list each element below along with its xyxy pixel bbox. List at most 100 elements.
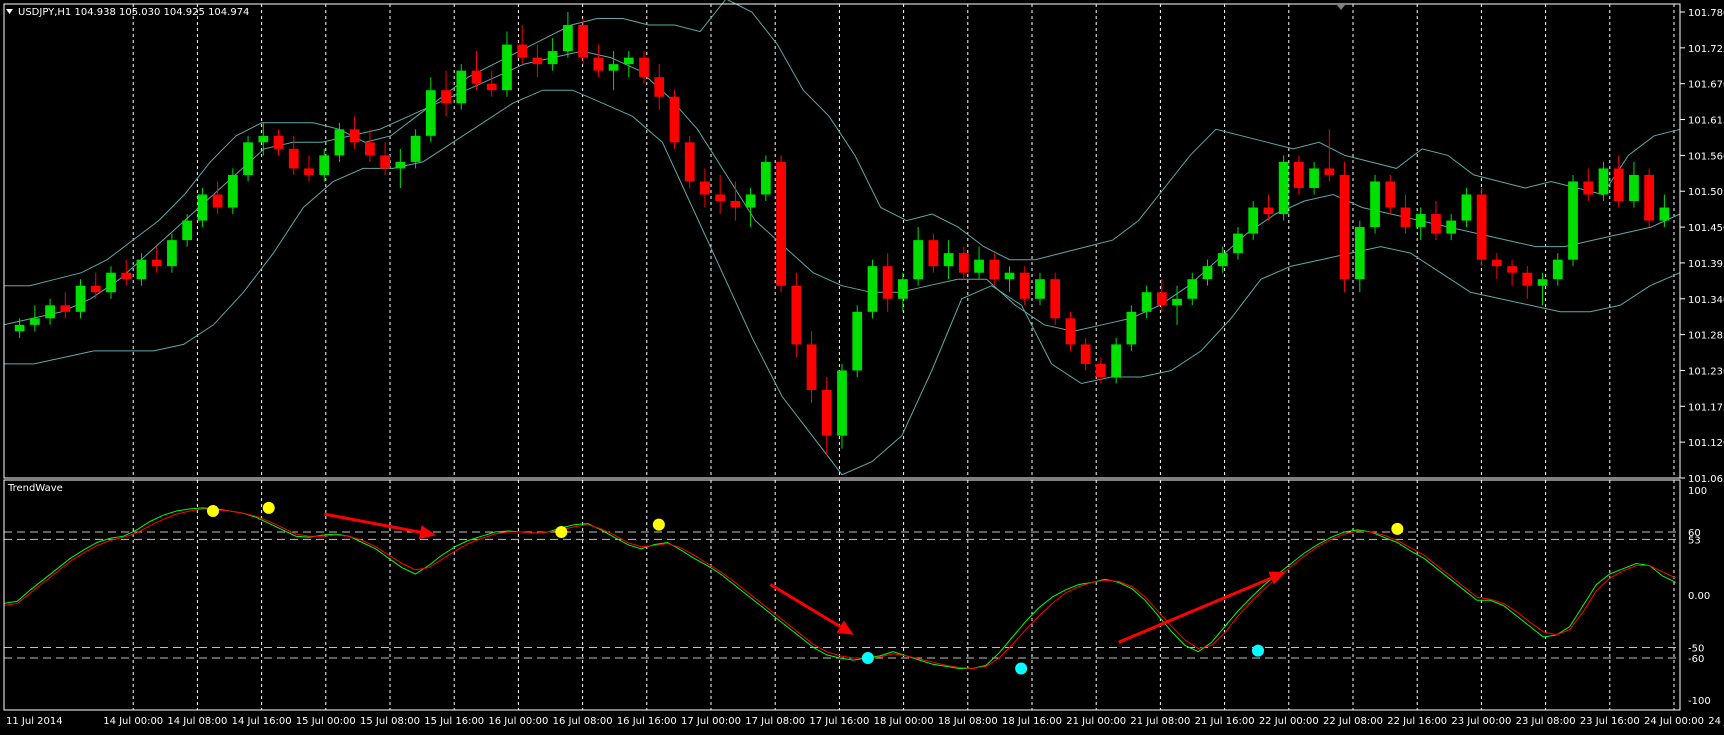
candle-body bbox=[760, 161, 771, 195]
candle-body bbox=[1461, 194, 1472, 221]
candle-body bbox=[943, 253, 954, 267]
x-tick-label: 24 Jul 08:00 bbox=[1708, 716, 1724, 727]
candle-body bbox=[304, 168, 314, 175]
candle-body bbox=[1400, 207, 1411, 228]
candle-body bbox=[715, 194, 726, 202]
x-tick-label: 23 Jul 08:00 bbox=[1516, 716, 1576, 727]
candle-body bbox=[1431, 214, 1441, 234]
y-tick-label: 101.780 bbox=[1688, 8, 1724, 19]
candle-body bbox=[1339, 174, 1350, 280]
candle-body bbox=[776, 161, 786, 286]
candle-body bbox=[639, 57, 649, 78]
candle-body bbox=[106, 272, 116, 293]
candle-body bbox=[136, 259, 147, 280]
candle-body bbox=[1583, 181, 1594, 195]
candle-body bbox=[517, 44, 528, 58]
candle-body bbox=[182, 220, 193, 241]
x-tick-label: 16 Jul 16:00 bbox=[617, 716, 677, 727]
candle-body bbox=[608, 64, 619, 71]
candle-body bbox=[29, 318, 40, 325]
candle-body bbox=[471, 70, 482, 84]
candle-body bbox=[1309, 168, 1319, 188]
candle-body bbox=[1613, 168, 1624, 202]
candle-body bbox=[1035, 279, 1045, 299]
candle-body bbox=[1278, 161, 1289, 215]
candle-body bbox=[1187, 279, 1198, 299]
candle-body bbox=[227, 174, 238, 208]
candle-body bbox=[1080, 344, 1091, 364]
x-tick-label: 17 Jul 00:00 bbox=[681, 716, 741, 727]
candle-body bbox=[623, 57, 634, 65]
x-tick-label: 23 Jul 16:00 bbox=[1580, 716, 1640, 727]
top-signal-dot bbox=[652, 518, 665, 531]
top-signal-dot bbox=[1391, 522, 1404, 535]
candle-body bbox=[502, 44, 512, 91]
candle-body bbox=[730, 201, 741, 208]
candle-body bbox=[1172, 298, 1182, 306]
candle-body bbox=[1248, 207, 1259, 234]
chart-window[interactable]: 11 Jul 2014 14 Jul 00:00 14 Jul 08:00 14 Ju… bbox=[0, 0, 1724, 731]
candle-body bbox=[486, 83, 497, 91]
candle-body bbox=[1111, 344, 1122, 377]
x-tick-label: 14 Jul 08:00 bbox=[167, 716, 227, 727]
bottom-signal-dot bbox=[861, 652, 874, 664]
candle-body bbox=[288, 148, 299, 169]
candle-body bbox=[380, 155, 390, 169]
candle-body bbox=[837, 370, 847, 436]
candle-body bbox=[898, 279, 908, 299]
x-tick-label: 22 Jul 00:00 bbox=[1259, 716, 1319, 727]
candle-body bbox=[1233, 233, 1243, 254]
candle-body bbox=[1217, 253, 1228, 267]
candle-body bbox=[1476, 194, 1487, 260]
candle-body bbox=[425, 90, 436, 136]
candle-body bbox=[928, 240, 939, 267]
candle-body bbox=[167, 240, 177, 267]
candle-body bbox=[1019, 272, 1030, 299]
candle-body bbox=[410, 135, 421, 162]
candle-body bbox=[882, 266, 893, 299]
x-tick-label: 21 Jul 00:00 bbox=[1066, 716, 1126, 727]
y-tick-label: 101.120 bbox=[1688, 438, 1724, 449]
candle-body bbox=[1446, 220, 1457, 234]
x-tick-label: 15 Jul 08:00 bbox=[360, 716, 420, 727]
y-tick-label: 101.615 bbox=[1688, 116, 1724, 127]
candle-body bbox=[1568, 181, 1578, 260]
candle-body bbox=[1537, 279, 1548, 286]
candle-body bbox=[45, 305, 55, 319]
x-tick-label: 14 Jul 16:00 bbox=[232, 716, 292, 727]
candle-body bbox=[562, 25, 573, 52]
candle-body bbox=[60, 305, 71, 312]
chart-canvas[interactable]: 11 Jul 2014 14 Jul 00:00 14 Jul 08:00 14 Ju… bbox=[0, 0, 1724, 731]
candle-body bbox=[1644, 174, 1655, 221]
candle-body bbox=[14, 324, 25, 332]
x-tick-label: 21 Jul 08:00 bbox=[1130, 716, 1190, 727]
candle-body bbox=[456, 70, 467, 104]
x-tick-label: 11 Jul 2014 bbox=[6, 716, 63, 727]
candle-body bbox=[1491, 259, 1502, 267]
y-tick-label: 101.175 bbox=[1688, 402, 1724, 413]
x-tick-label: 16 Jul 08:00 bbox=[553, 716, 613, 727]
candle-body bbox=[1065, 318, 1076, 345]
candle-body bbox=[1126, 311, 1137, 345]
candle-body bbox=[212, 194, 223, 208]
candle-body bbox=[821, 390, 832, 436]
x-tick-label: 18 Jul 08:00 bbox=[938, 716, 998, 727]
bottom-signal-dot bbox=[1252, 644, 1264, 657]
candle-body bbox=[532, 57, 543, 65]
candle-body bbox=[1004, 272, 1015, 280]
candle-body bbox=[1156, 292, 1167, 306]
indicator-tick-label: -50 bbox=[1688, 644, 1704, 655]
x-tick-label: 15 Jul 00:00 bbox=[296, 716, 356, 727]
indicator-tick-label: 0.00 bbox=[1688, 591, 1710, 602]
candle-body bbox=[1202, 266, 1213, 280]
x-tick-label: 21 Jul 16:00 bbox=[1195, 716, 1255, 727]
candle-body bbox=[578, 25, 588, 58]
candle-body bbox=[547, 51, 558, 65]
candle-body bbox=[1598, 168, 1609, 195]
x-tick-label: 16 Jul 00:00 bbox=[488, 716, 548, 727]
indicator-tick-label: 53 bbox=[1688, 535, 1701, 546]
candle-body bbox=[273, 135, 284, 149]
candle-body bbox=[1415, 214, 1426, 228]
candle-body bbox=[349, 129, 360, 143]
candle-body bbox=[1263, 207, 1274, 215]
